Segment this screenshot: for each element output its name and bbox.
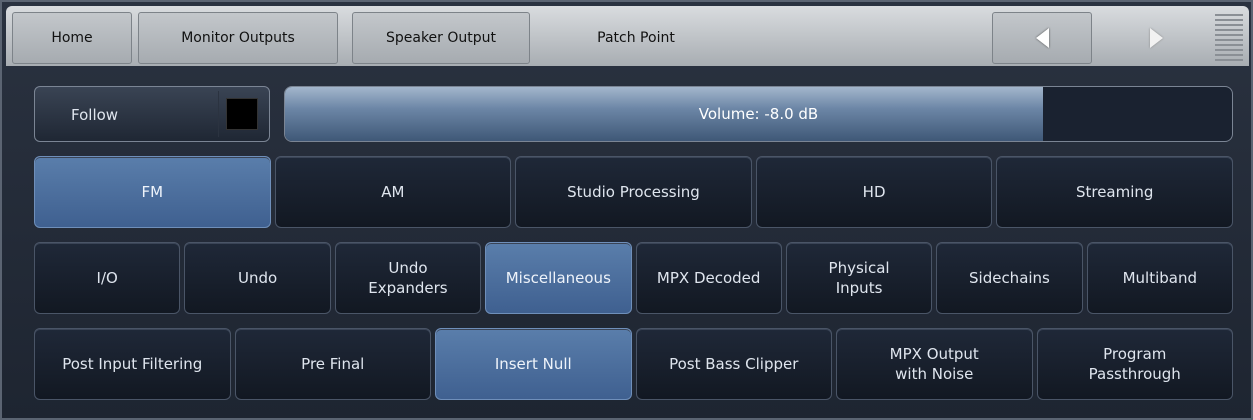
category-sidechains-button[interactable]: Sidechains [936, 242, 1083, 314]
patch-point-post-input-filtering-button[interactable]: Post Input Filtering [34, 328, 231, 400]
patch-point-post-input-filtering-label: Post Input Filtering [62, 355, 203, 373]
output-am-button[interactable]: AM [274, 156, 512, 228]
output-hd-label: HD [862, 183, 886, 201]
volume-label: Volume: -8.0 dB [698, 105, 819, 123]
patch-point-mpx-output-with-noise-label: MPX Output with Noise [889, 345, 979, 383]
patch-point-pre-final-label: Pre Final [301, 355, 365, 373]
nav-monitor-outputs-button[interactable]: Monitor Outputs [138, 12, 338, 64]
patch-point-pre-final-button[interactable]: Pre Final [234, 328, 431, 400]
top-navigation-bar: Home Monitor Outputs Speaker Output Patc… [6, 6, 1249, 66]
nav-home-button[interactable]: Home [12, 12, 132, 64]
volume-slider[interactable]: Volume: -8.0 dB [284, 86, 1233, 142]
patch-point-insert-null-button[interactable]: Insert Null [435, 328, 632, 400]
category-sidechains-label: Sidechains [969, 269, 1050, 287]
category-mpx-decoded-button[interactable]: MPX Decoded [635, 242, 782, 314]
output-am-label: AM [381, 183, 405, 201]
nav-patch-point-label: Patch Point [597, 30, 675, 46]
triangle-right-icon [1149, 28, 1163, 48]
nav-speaker-output-button[interactable]: Speaker Output [352, 12, 530, 64]
patch-point-window: Home Monitor Outputs Speaker Output Patc… [0, 0, 1253, 420]
forward-button[interactable] [1106, 12, 1206, 64]
output-fm-label: FM [141, 183, 164, 201]
category-undo-label: Undo [237, 269, 278, 287]
output-studio-processing-label: Studio Processing [567, 183, 700, 201]
follow-toggle-button[interactable]: Follow [34, 86, 270, 142]
follow-label: Follow [71, 106, 119, 124]
category-i-o-label: I/O [96, 269, 118, 287]
patch-point-program-passthrough-label: Program Passthrough [1088, 345, 1181, 383]
patch-point-program-passthrough-button[interactable]: Program Passthrough [1036, 328, 1233, 400]
output-studio-processing-button[interactable]: Studio Processing [515, 156, 752, 228]
category-physical-inputs-label: Physical Inputs [828, 259, 890, 297]
category-i-o-button[interactable]: I/O [34, 242, 181, 314]
category-undo-expanders-label: Undo Expanders [368, 259, 448, 297]
patch-point-mpx-output-with-noise-button[interactable]: MPX Output with Noise [836, 328, 1033, 400]
category-physical-inputs-button[interactable]: Physical Inputs [785, 242, 933, 314]
category-miscellaneous-button[interactable]: Miscellaneous [485, 242, 632, 314]
category-mpx-decoded-label: MPX Decoded [656, 269, 761, 287]
category-undo-button[interactable]: Undo [184, 242, 331, 314]
output-hd-button[interactable]: HD [755, 156, 993, 228]
patch-point-post-bass-clipper-label: Post Bass Clipper [669, 355, 799, 373]
output-streaming-label: Streaming [1075, 183, 1154, 201]
triangle-left-icon [1035, 28, 1049, 48]
category-multiband-button[interactable]: Multiband [1086, 242, 1233, 314]
back-button[interactable] [992, 12, 1092, 64]
follow-indicator [218, 91, 265, 137]
follow-checkbox-icon [226, 98, 258, 130]
category-undo-expanders-button[interactable]: Undo Expanders [334, 242, 482, 314]
output-streaming-button[interactable]: Streaming [996, 156, 1233, 228]
patch-point-post-bass-clipper-button[interactable]: Post Bass Clipper [635, 328, 832, 400]
patch-point-insert-null-label: Insert Null [494, 355, 572, 373]
menu-lines-icon[interactable] [1215, 14, 1243, 62]
output-fm-button[interactable]: FM [34, 156, 271, 228]
category-miscellaneous-label: Miscellaneous [505, 269, 611, 287]
category-multiband-label: Multiband [1122, 269, 1198, 287]
